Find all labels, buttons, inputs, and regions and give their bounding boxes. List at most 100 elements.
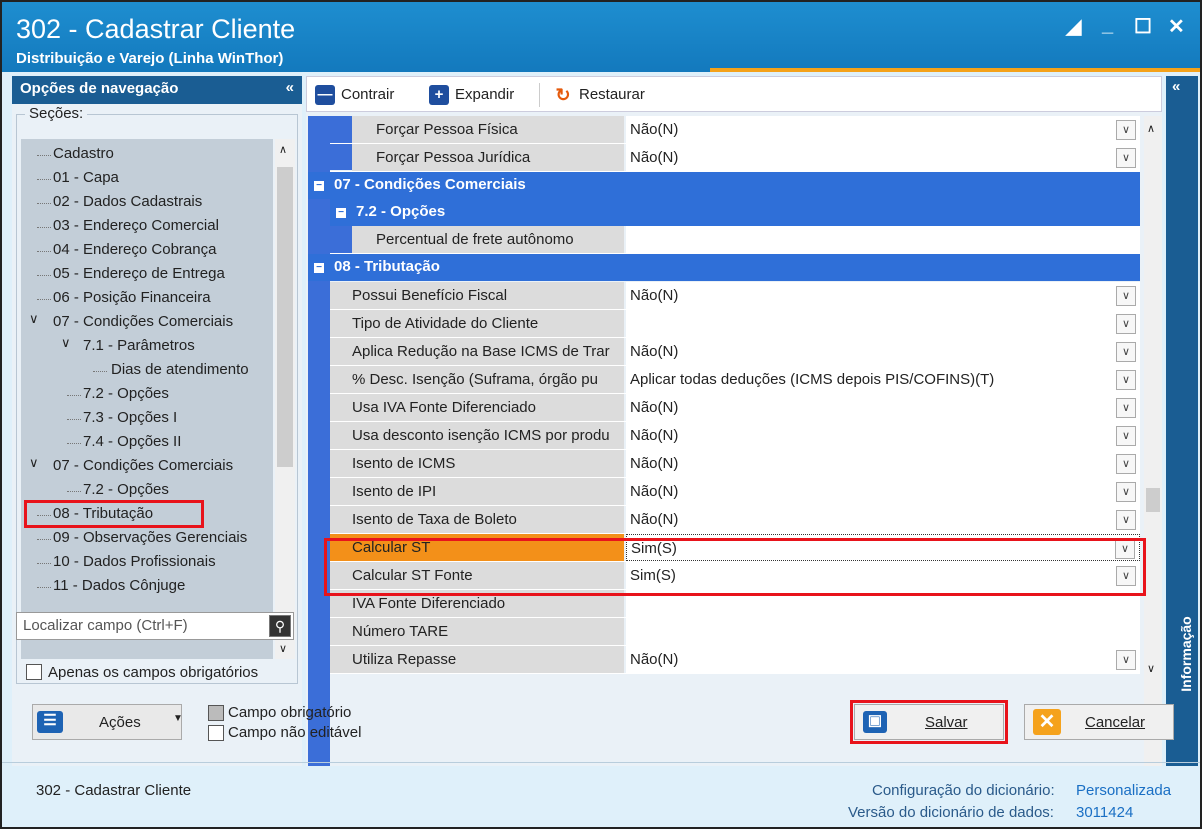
scroll-up-icon[interactable]: ∧	[279, 143, 287, 156]
highlight-box-st	[324, 538, 1146, 596]
required-only-checkbox[interactable]	[26, 664, 42, 680]
dropdown-arrow-icon[interactable]: ∨	[1116, 286, 1136, 306]
property-value[interactable]: Não(N) ∨	[626, 422, 1140, 449]
title-accent	[710, 68, 1200, 72]
sections-tree: Cadastro 01 - Capa 02 - Dados Cadastrais…	[21, 139, 273, 659]
restore-button[interactable]: ↻ Restaurar	[553, 85, 645, 105]
dict-config-value: Personalizada	[1076, 782, 1172, 799]
dropdown-arrow-icon[interactable]: ▼	[173, 713, 183, 724]
navigation-header: Opções de navegação «	[12, 76, 302, 104]
chevron-down-icon[interactable]: ∨	[29, 311, 39, 327]
property-value[interactable]: Não(N) ∨	[626, 144, 1140, 171]
tree-item-parametros[interactable]: 7.1 - Parâmetros	[83, 337, 195, 354]
section-header[interactable]: − 07 - Condições Comerciais	[308, 172, 1140, 199]
dropdown-arrow-icon[interactable]: ∨	[1116, 482, 1136, 502]
cancel-button[interactable]: ✕ Cancelar	[1024, 704, 1174, 740]
dropdown-arrow-icon[interactable]: ∨	[1116, 650, 1136, 670]
tree-item-opcoes-72b[interactable]: 7.2 - Opções	[83, 481, 169, 498]
actions-button[interactable]: ☰ Ações ▼	[32, 704, 183, 740]
collapse-nav-icon[interactable]: «	[286, 79, 294, 96]
plus-icon: +	[429, 85, 449, 105]
maximize-icon[interactable]: ☐	[1134, 14, 1152, 39]
dropdown-arrow-icon[interactable]: ∨	[1116, 426, 1136, 446]
property-value-text: Não(N)	[630, 427, 679, 444]
property-value[interactable]	[626, 618, 1140, 645]
tree-item-opcoes-74[interactable]: 7.4 - Opções II	[83, 433, 181, 450]
close-icon[interactable]: ✕	[1168, 14, 1185, 39]
dropdown-arrow-icon[interactable]: ∨	[1116, 120, 1136, 140]
dropdown-arrow-icon[interactable]: ∨	[1116, 398, 1136, 418]
scroll-down-icon[interactable]: ∨	[279, 642, 287, 655]
scroll-up-icon[interactable]: ∧	[1147, 122, 1155, 135]
property-label: Possui Benefício Fiscal	[330, 282, 624, 309]
collapse-section-icon[interactable]: −	[314, 263, 324, 273]
property-value[interactable]: Não(N) ∨	[626, 338, 1140, 365]
required-legend-label: Campo obrigatório	[228, 704, 352, 721]
tree-item-dados-profissionais[interactable]: 10 - Dados Profissionais	[53, 553, 216, 570]
property-value[interactable]: Não(N) ∨	[626, 394, 1140, 421]
property-value[interactable]: Aplicar todas deduções (ICMS depois PIS/…	[626, 366, 1140, 393]
tree-item-opcoes-72[interactable]: 7.2 - Opções	[83, 385, 169, 402]
property-value[interactable]	[626, 226, 1140, 253]
info-panel[interactable]: « Informação	[1166, 76, 1198, 766]
actions-icon: ☰	[37, 711, 63, 733]
dropdown-arrow-icon[interactable]: ∨	[1116, 314, 1136, 334]
dropdown-arrow-icon[interactable]: ∨	[1116, 342, 1136, 362]
tree-item-condicoes-comerciais-2[interactable]: 07 - Condições Comerciais	[53, 457, 233, 474]
tree-item-cadastro[interactable]: Cadastro	[53, 145, 114, 162]
property-value[interactable]: Não(N) ∨	[626, 282, 1140, 309]
dropdown-arrow-icon[interactable]: ∨	[1116, 454, 1136, 474]
subsection-header[interactable]: − 7.2 - Opções	[330, 199, 1140, 226]
property-value[interactable]: Não(N) ∨	[626, 646, 1140, 673]
collapse-button[interactable]: — Contrair	[315, 85, 394, 105]
property-label: Usa desconto isenção ICMS por produ	[330, 422, 624, 449]
chevron-down-icon[interactable]: ∨	[29, 455, 39, 471]
search-field-input[interactable]: Localizar campo (Ctrl+F) ⚲	[16, 612, 294, 640]
property-value-text: Não(N)	[630, 455, 679, 472]
tree-item-condicoes-comerciais[interactable]: 07 - Condições Comerciais	[53, 313, 233, 330]
window-title: 302 - Cadastrar Cliente	[16, 14, 296, 44]
grid-toolbar: — Contrair + Expandir ↻ Restaurar	[306, 76, 1162, 112]
tree-scrollbar[interactable]: ∧ ∨	[275, 139, 295, 659]
collapse-section-icon[interactable]: −	[336, 208, 346, 218]
tree-item-capa[interactable]: 01 - Capa	[53, 169, 119, 186]
tree-item-posicao-financeira[interactable]: 06 - Posição Financeira	[53, 289, 211, 306]
dropdown-arrow-icon[interactable]: ∨	[1116, 510, 1136, 530]
tree-item-dias-atendimento[interactable]: Dias de atendimento	[111, 361, 249, 378]
required-only-label: Apenas os campos obrigatórios	[48, 664, 259, 681]
undo-icon: ↻	[553, 85, 573, 105]
property-value[interactable]: ∨	[626, 310, 1140, 337]
property-value[interactable]: Não(N) ∨	[626, 116, 1140, 143]
tree-item-dados-conjuge[interactable]: 11 - Dados Cônjuge	[53, 577, 185, 594]
tree-item-endereco-comercial[interactable]: 03 - Endereço Comercial	[53, 217, 219, 234]
property-row: % Desc. Isenção (Suframa, órgão pu Aplica…	[330, 366, 1140, 394]
search-icon[interactable]: ⚲	[269, 615, 291, 637]
restore-window-icon[interactable]: ◢	[1066, 14, 1081, 39]
grid-scroll-thumb[interactable]	[1146, 488, 1160, 512]
info-panel-label: Informação	[1178, 616, 1194, 692]
tree-item-endereco-entrega[interactable]: 05 - Endereço de Entrega	[53, 265, 225, 282]
property-value[interactable]: Não(N) ∨	[626, 450, 1140, 477]
minimize-icon[interactable]: _	[1102, 14, 1113, 37]
section-header[interactable]: − 08 - Tributação	[308, 254, 1140, 281]
scroll-down-icon[interactable]: ∨	[1147, 662, 1155, 675]
chevron-down-icon[interactable]: ∨	[61, 335, 71, 351]
property-value[interactable]: Não(N) ∨	[626, 506, 1140, 533]
property-row: Isento de Taxa de Boleto Não(N) ∨	[330, 506, 1140, 534]
collapse-section-icon[interactable]: −	[314, 181, 324, 191]
search-placeholder: Localizar campo (Ctrl+F)	[23, 617, 188, 634]
window-subtitle: Distribuição e Varejo (Linha WinThor)	[16, 50, 284, 67]
property-value[interactable]: Não(N) ∨	[626, 478, 1140, 505]
property-value-text: Não(N)	[630, 651, 679, 668]
dropdown-arrow-icon[interactable]: ∨	[1116, 370, 1136, 390]
tree-item-endereco-cobranca[interactable]: 04 - Endereço Cobrança	[53, 241, 216, 258]
tree-item-dados-cadastrais[interactable]: 02 - Dados Cadastrais	[53, 193, 202, 210]
collapse-info-icon[interactable]: «	[1172, 78, 1180, 95]
tree-scroll-thumb[interactable]	[277, 167, 293, 467]
tree-item-opcoes-73[interactable]: 7.3 - Opções I	[83, 409, 177, 426]
expand-button[interactable]: + Expandir	[429, 85, 514, 105]
tree-item-observacoes[interactable]: 09 - Observações Gerenciais	[53, 529, 247, 546]
property-label: Percentual de frete autônomo	[352, 226, 624, 253]
grid-scrollbar[interactable]: ∧ ∨	[1144, 116, 1162, 766]
dropdown-arrow-icon[interactable]: ∨	[1116, 148, 1136, 168]
